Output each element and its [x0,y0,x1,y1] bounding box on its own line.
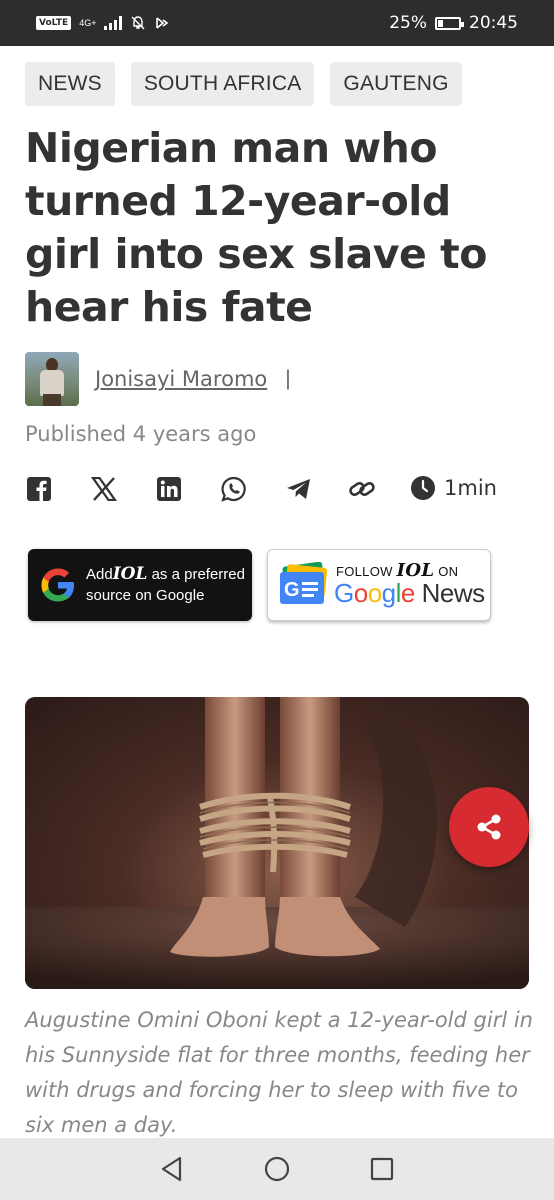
article-headline: Nigerian man who turned 12-year-old girl… [25,124,487,331]
facebook-icon[interactable] [25,475,53,503]
category-tags: NEWS SOUTH AFRICA GAUTENG [25,62,462,106]
share-fab-button[interactable] [449,787,529,867]
author-link[interactable]: Jonisayi Maromo [95,367,267,391]
google-news-icon: G [280,562,328,604]
source-on-google-label: source on Google [86,587,205,604]
read-time-label: 1min [444,476,497,500]
author-avatar[interactable] [25,352,79,406]
recents-button[interactable] [362,1149,402,1189]
battery-percent: 25% [389,13,427,33]
home-button[interactable] [257,1149,297,1189]
published-date: Published 4 years ago [25,422,257,446]
signal-icon [104,16,123,30]
home-circle-icon [264,1156,290,1182]
author-separator: | [285,367,291,390]
network-type: 4G+ [79,17,97,28]
follow-text: FOLLOW [336,564,393,579]
follow-google-news-button[interactable]: G FOLLOW IOL ON Google News [267,549,491,621]
iol-logo: IOL [112,564,148,584]
clock-icon [411,476,435,500]
preferred-source-text: AddIOL as a preferred source on Google [86,564,245,606]
volte-icon: VoLTE [36,16,72,30]
recents-square-icon [370,1157,393,1181]
telegram-icon[interactable] [285,475,313,503]
tag-gauteng[interactable]: GAUTENG [330,62,462,106]
nfc-icon [156,17,169,29]
svg-text:G: G [284,579,300,601]
back-button[interactable] [152,1149,192,1189]
add-preferred-source-button[interactable]: AddIOL as a preferred source on Google [28,549,252,621]
google-news-wordmark: Google News [334,578,486,608]
system-nav-bar [0,1138,554,1200]
status-left: VoLTE 4G+ [36,15,170,31]
whatsapp-icon[interactable] [220,475,248,503]
on-text: ON [438,564,459,579]
back-triangle-icon [162,1156,182,1182]
linkedin-icon[interactable] [155,475,183,503]
share-icon [477,814,501,840]
network-label: 4G+ [79,17,97,28]
clock: 20:45 [469,13,518,33]
status-bar: VoLTE 4G+ 25% 20:45 [0,0,554,46]
share-row: 1min [25,475,505,507]
add-label: Add [86,566,113,583]
battery-icon [435,16,464,30]
status-right: 25% 20:45 [389,13,518,33]
google-g-icon [41,568,74,602]
link-icon[interactable] [348,475,376,503]
x-icon[interactable] [90,475,118,503]
mute-bell-icon [131,16,145,30]
preferred-label: as a preferred [151,566,245,583]
tag-south-africa[interactable]: SOUTH AFRICA [130,62,315,106]
google-wordmark: G [334,578,354,608]
author-row: Jonisayi Maromo | [25,352,291,406]
read-time: 1min [410,475,497,501]
news-wordmark: News [414,578,486,608]
tag-news[interactable]: NEWS [25,62,115,106]
image-caption: Augustine Omini Oboni kept a 12-year-old… [25,1008,533,1137]
